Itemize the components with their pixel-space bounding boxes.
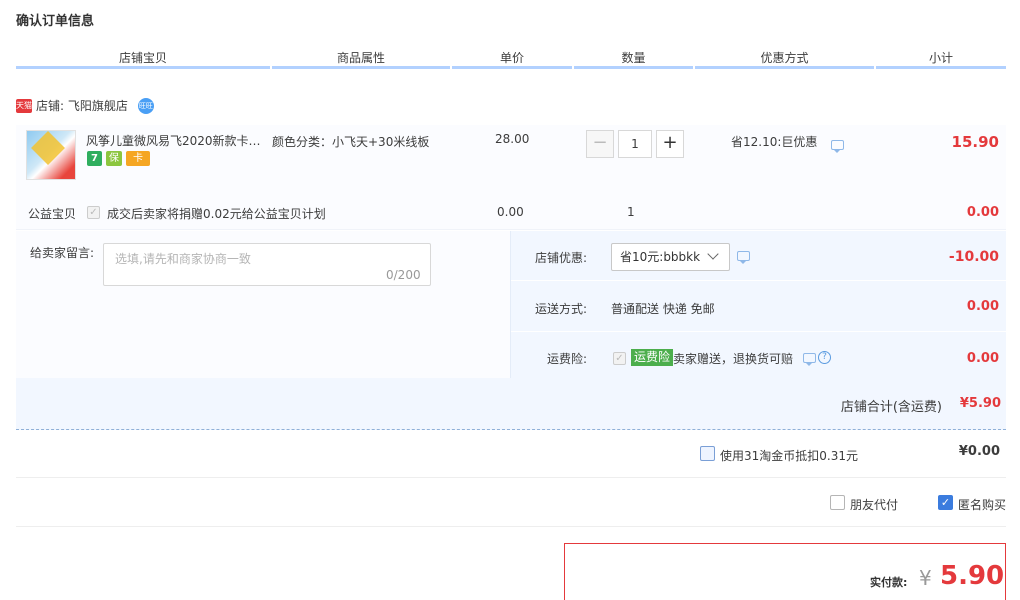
taojinbi-label[interactable]: 使用31淘金币抵扣0.31元 <box>720 447 858 464</box>
shop-total-label: 店铺合计(含运费) <box>840 400 942 415</box>
tmall-icon: 天猫 <box>16 98 32 113</box>
product-title-link[interactable]: 风筝儿童微风易飞2020新款卡… <box>86 132 261 149</box>
item-subtotal: 15.90 <box>951 133 999 151</box>
payment-currency: ¥ <box>919 566 932 590</box>
shop-total-value: ¥5.90 <box>959 396 1001 411</box>
column-header-quantity: 数量 <box>621 51 646 65</box>
quantity-stepper: − 1 + <box>586 130 684 158</box>
message-icon[interactable] <box>831 139 845 153</box>
column-header-shop-item: 店铺宝贝 <box>118 51 167 65</box>
insurance-text: 卖家赠送，退换货可赔 <box>673 352 794 366</box>
payment-label: 实付款: <box>870 576 908 589</box>
seller-note-label: 给卖家留言: <box>30 246 95 260</box>
message-icon[interactable] <box>803 352 816 366</box>
friend-pay-checkbox[interactable] <box>830 495 845 510</box>
service-icons: 7 保 卡 <box>87 151 150 166</box>
column-divider <box>452 66 572 69</box>
friend-pay-label[interactable]: 朋友代付 <box>850 496 898 513</box>
quantity-input[interactable]: 1 <box>618 130 652 158</box>
shipping-label: 运送方式: <box>535 302 588 316</box>
seller-note-counter: 0/200 <box>386 268 421 282</box>
charity-text: 成交后卖家将捐赠0.02元给公益宝贝计划 <box>107 207 326 221</box>
column-divider <box>574 66 693 69</box>
page-title: 确认订单信息 <box>16 14 95 29</box>
insurance-checkbox: ✓ <box>613 352 626 365</box>
shipping-price: 0.00 <box>966 299 999 314</box>
promotion: 省12.10:巨优惠 <box>731 133 845 153</box>
insurance-label: 运费险: <box>547 352 588 366</box>
charity-price: 0.00 <box>497 205 524 219</box>
column-divider <box>695 66 874 69</box>
help-icon[interactable]: ? <box>818 351 831 364</box>
seven-day-return-icon[interactable]: 7 <box>87 151 102 166</box>
divider <box>16 526 1006 527</box>
shop-discount-value: -10.00 <box>948 249 999 265</box>
shop-discount-label: 店铺优惠: <box>535 251 588 265</box>
divider <box>511 280 1006 281</box>
insurance-icons: ? <box>803 351 831 366</box>
seller-note-placeholder: 选填,请先和商家协商一致 <box>115 252 251 266</box>
column-divider <box>16 66 270 69</box>
divider <box>511 331 1006 332</box>
charity-checkbox: ✓ <box>87 206 100 219</box>
insurance-tag: 运费险 <box>631 349 674 366</box>
message-icon[interactable] <box>737 251 750 264</box>
anonymous-checkbox[interactable]: ✓ <box>938 495 953 510</box>
column-divider <box>876 66 1006 69</box>
column-header-subtotal: 小计 <box>928 51 953 65</box>
column-header-promotion: 优惠方式 <box>760 51 809 65</box>
insurance-price: 0.00 <box>966 351 999 366</box>
unit-price: 28.00 <box>495 132 530 146</box>
charity-subtotal: 0.00 <box>966 205 999 220</box>
wangwang-chat-icon[interactable]: 旺旺 <box>137 97 154 114</box>
column-header-unit-price: 单价 <box>499 51 524 65</box>
guarantee-icon[interactable]: 保 <box>106 151 122 166</box>
quantity-decrease-button[interactable]: − <box>586 130 614 158</box>
product-attribute: 颜色分类：小飞天+30米线板 <box>272 135 430 149</box>
shipping-method: 普通配送 快递 免邮 <box>611 302 715 316</box>
quantity-increase-button[interactable]: + <box>656 130 684 158</box>
promotion-text: 省12.10:巨优惠 <box>731 135 818 149</box>
taojinbi-value: ¥0.00 <box>958 444 1000 459</box>
taojinbi-checkbox[interactable] <box>700 446 715 461</box>
shop-name-link[interactable]: 店铺: 飞阳旗舰店 <box>36 97 128 114</box>
payment-total: 5.90 <box>940 561 1005 591</box>
charity-quantity: 1 <box>627 205 635 219</box>
column-divider <box>272 66 450 69</box>
divider <box>16 477 1006 478</box>
column-header-attributes: 商品属性 <box>336 51 385 65</box>
anonymous-label[interactable]: 匿名购买 <box>958 496 1006 513</box>
charity-label: 公益宝贝 <box>28 207 77 221</box>
credit-card-icon[interactable]: 卡 <box>126 151 150 166</box>
shop-row: 天猫 店铺: 飞阳旗舰店 旺旺 <box>16 97 154 114</box>
